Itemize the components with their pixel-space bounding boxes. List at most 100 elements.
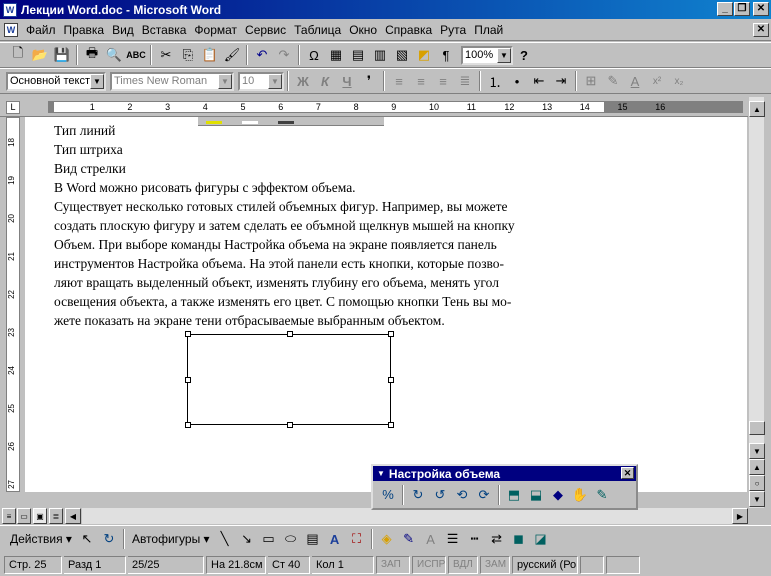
resize-handle[interactable]: [287, 422, 293, 428]
increase-indent-icon[interactable]: ⇥: [550, 71, 572, 92]
3d-on-off-icon[interactable]: %: [377, 484, 399, 505]
tab-selector-icon[interactable]: L: [6, 101, 20, 114]
restore-button[interactable]: ❐: [734, 2, 750, 16]
menu-file[interactable]: Файл: [22, 23, 60, 37]
undo-icon[interactable]: ↶: [251, 45, 273, 66]
normal-view-icon[interactable]: ≡: [2, 508, 16, 524]
status-trk[interactable]: ИСПР: [412, 555, 446, 574]
tilt-down-icon[interactable]: ↻: [407, 484, 429, 505]
highlight-small-icon[interactable]: ❜: [358, 71, 380, 92]
font-color-draw-icon[interactable]: A: [420, 529, 442, 550]
resize-handle[interactable]: [388, 331, 394, 337]
spelling-icon[interactable]: ABC: [125, 45, 147, 66]
format-painter-icon[interactable]: 🖌: [221, 45, 243, 66]
vertical-scrollbar[interactable]: ▲ ▼ ▲ ○ ▼: [748, 97, 765, 508]
vertical-ruler[interactable]: 18 19 20 21 22 23 24 25 26 27: [0, 117, 25, 492]
3d-settings-toolbar[interactable]: ▼ Настройка объема ✕ % ↻ ↺ ⟲ ⟳ ⬒ ⬓ ◆ ✋ ✎: [371, 464, 638, 510]
justify-icon[interactable]: ≣: [454, 71, 476, 92]
tilt-up-icon[interactable]: ↺: [429, 484, 451, 505]
scroll-right-icon[interactable]: ▶: [732, 508, 748, 524]
line-color-icon[interactable]: ✎: [398, 529, 420, 550]
scroll-down-icon[interactable]: ▼: [749, 443, 765, 459]
rectangle-tool-icon[interactable]: ▭: [258, 529, 280, 550]
3d-icon[interactable]: ◪: [530, 529, 552, 550]
select-browse-object-icon[interactable]: ○: [749, 475, 765, 491]
drawing-icon[interactable]: ◩: [413, 45, 435, 66]
direction-icon[interactable]: ⬓: [525, 484, 547, 505]
underline-button[interactable]: Ч: [336, 71, 358, 92]
status-rec[interactable]: ЗАП: [376, 555, 410, 574]
copy-icon[interactable]: ⎘: [177, 45, 199, 66]
cut-icon[interactable]: ✂: [155, 45, 177, 66]
document-icon[interactable]: W: [4, 23, 18, 37]
print-preview-icon[interactable]: 🔍: [103, 45, 125, 66]
align-left-icon[interactable]: ≡: [388, 71, 410, 92]
resize-handle[interactable]: [388, 422, 394, 428]
document-page[interactable]: Тип линий Тип штриха Вид стрелки В Word …: [25, 117, 747, 492]
insert-table-icon[interactable]: ▦: [325, 45, 347, 66]
wordart-icon[interactable]: A: [324, 529, 346, 550]
menu-format[interactable]: Формат: [190, 23, 241, 37]
scroll-up-icon[interactable]: ▲: [749, 101, 765, 117]
free-rotate-icon[interactable]: ↻: [98, 529, 120, 550]
oval-tool-icon[interactable]: ⬭: [280, 529, 302, 550]
new-document-icon[interactable]: 🗋: [7, 45, 29, 66]
italic-button[interactable]: К: [314, 71, 336, 92]
next-page-icon[interactable]: ▼: [749, 491, 765, 507]
show-hide-icon[interactable]: ¶: [435, 45, 457, 66]
clipart-icon[interactable]: ⛶: [346, 529, 368, 550]
horizontal-ruler[interactable]: L 1 2 3 4 5 6 7 8 9 10 11 12 13 14 15 16: [0, 97, 748, 117]
menu-plai[interactable]: Плай: [470, 23, 507, 37]
line-tool-icon[interactable]: ╲: [214, 529, 236, 550]
save-icon[interactable]: 💾: [51, 45, 73, 66]
document-map-icon[interactable]: ▧: [391, 45, 413, 66]
resize-handle[interactable]: [388, 377, 394, 383]
resize-handle[interactable]: [287, 331, 293, 337]
borders-icon[interactable]: ⊞: [580, 71, 602, 92]
web-view-icon[interactable]: ▭: [17, 508, 31, 524]
insert-symbol-icon[interactable]: Ω: [303, 45, 325, 66]
doc-close-button[interactable]: ✕: [753, 23, 769, 37]
arrow-tool-icon[interactable]: ↘: [236, 529, 258, 550]
font-color-icon[interactable]: A: [624, 71, 646, 92]
surface-icon[interactable]: ✋: [569, 484, 591, 505]
tilt-right-icon[interactable]: ⟳: [473, 484, 495, 505]
selected-rectangle-shape[interactable]: [187, 334, 391, 425]
word-app-icon[interactable]: W: [3, 2, 17, 17]
highlight-color-icon[interactable]: ✎: [602, 71, 624, 92]
menu-edit[interactable]: Правка: [60, 23, 109, 37]
menu-table[interactable]: Таблица: [290, 23, 345, 37]
subscript-icon[interactable]: x₂: [668, 71, 690, 92]
3d-toolbar-close-button[interactable]: ✕: [621, 467, 634, 479]
dash-style-icon[interactable]: ┅: [464, 529, 486, 550]
columns-icon[interactable]: ▥: [369, 45, 391, 66]
line-style-icon[interactable]: ☰: [442, 529, 464, 550]
menu-ruta[interactable]: Рута: [436, 23, 470, 37]
superscript-icon[interactable]: x²: [646, 71, 668, 92]
decrease-indent-icon[interactable]: ⇤: [528, 71, 550, 92]
arrow-style-icon[interactable]: ⇄: [486, 529, 508, 550]
resize-handle[interactable]: [185, 377, 191, 383]
scroll-left-icon[interactable]: ◀: [65, 508, 81, 524]
autoshapes-menu-button[interactable]: Автофигуры ▾: [128, 532, 214, 546]
select-objects-icon[interactable]: ↖: [76, 529, 98, 550]
menu-tools[interactable]: Сервис: [241, 23, 290, 37]
size-select[interactable]: 10 ▼: [238, 71, 284, 91]
bullets-icon[interactable]: •: [506, 71, 528, 92]
tilt-left-icon[interactable]: ⟲: [451, 484, 473, 505]
paste-icon[interactable]: 📋: [199, 45, 221, 66]
zoom-select[interactable]: 100% ▼: [461, 45, 513, 65]
scroll-thumb[interactable]: [749, 421, 765, 435]
open-folder-icon[interactable]: 📂: [29, 45, 51, 66]
insert-excel-icon[interactable]: ▤: [347, 45, 369, 66]
menu-window[interactable]: Окно: [345, 23, 381, 37]
depth-icon[interactable]: ⬒: [503, 484, 525, 505]
document-text[interactable]: Тип линий Тип штриха Вид стрелки В Word …: [54, 121, 609, 330]
fill-color-icon[interactable]: ◈: [376, 529, 398, 550]
previous-page-icon[interactable]: ▲: [749, 459, 765, 475]
status-ovr[interactable]: ЗАМ: [480, 555, 510, 574]
page-layout-view-icon[interactable]: ▣: [33, 508, 47, 524]
resize-handle[interactable]: [185, 331, 191, 337]
actions-menu-button[interactable]: Действия ▾: [6, 532, 76, 546]
menu-help[interactable]: Справка: [381, 23, 436, 37]
